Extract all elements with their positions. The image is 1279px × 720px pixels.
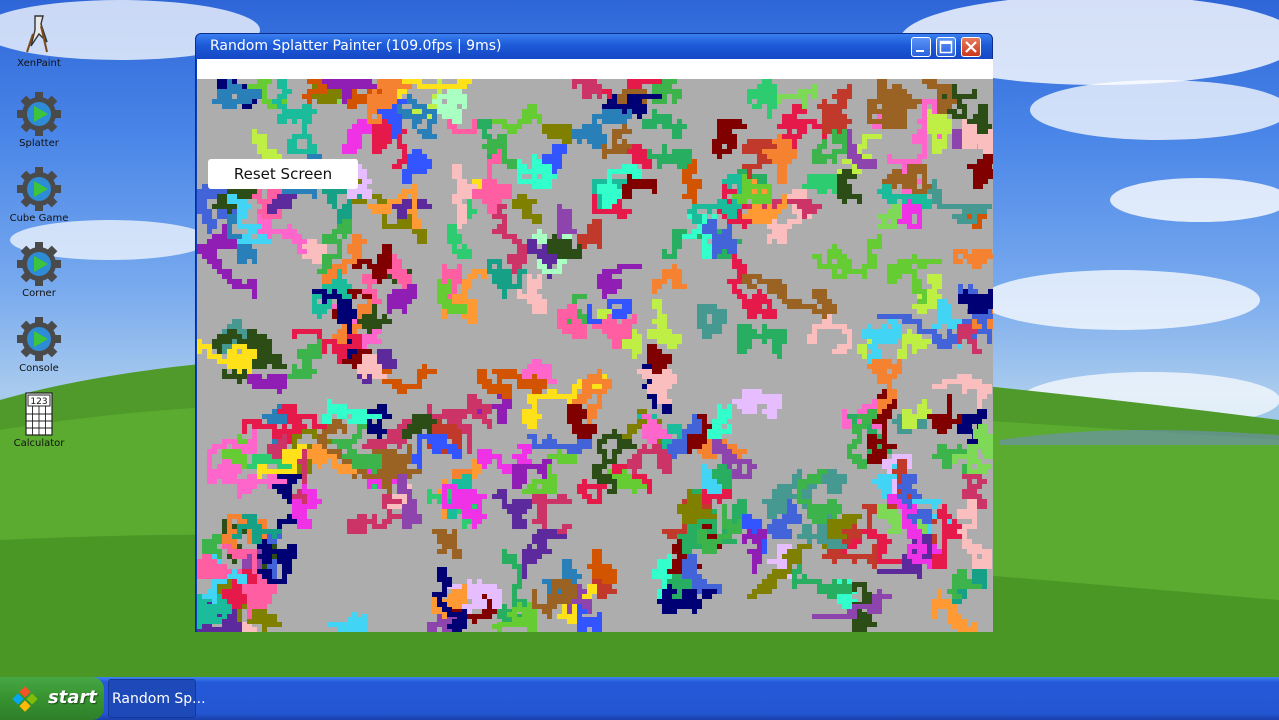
play-gear-icon: [17, 242, 61, 286]
play-gear-icon: [17, 317, 61, 361]
play-gear-icon: [17, 92, 61, 136]
maximize-button[interactable]: [936, 37, 956, 57]
desktop-icon-label: Corner: [22, 288, 56, 299]
calculator-icon: 123: [25, 392, 53, 436]
splatter-canvas-area[interactable]: Reset Screen: [197, 79, 993, 632]
reset-screen-button[interactable]: Reset Screen: [208, 159, 358, 189]
maximize-icon: [939, 40, 953, 54]
close-button[interactable]: [961, 37, 981, 57]
desktop-icon-label: XenPaint: [17, 58, 61, 69]
desktop-icon-splatter[interactable]: Splatter: [6, 92, 72, 149]
desktop-icon-label: Cube Game: [9, 213, 69, 224]
taskbar: start Random Sp...: [0, 677, 1279, 720]
xenpaint-icon: [26, 15, 48, 53]
desktop-icon-console[interactable]: Console: [6, 317, 72, 374]
window-menu-bar: [197, 59, 993, 79]
taskbar-item-random-splatter[interactable]: Random Sp...: [108, 679, 206, 718]
calculator-display-text: 123: [30, 397, 47, 407]
desktop-icon-corner[interactable]: Corner: [6, 242, 72, 299]
minimize-button[interactable]: [911, 37, 931, 57]
desktop-icon-xenpaint[interactable]: XenPaint: [6, 12, 72, 69]
windows-logo-icon: [12, 686, 38, 712]
minimize-icon: [916, 50, 924, 52]
desktop-icon-cube-game[interactable]: Cube Game: [6, 167, 72, 224]
play-gear-icon: [17, 167, 61, 211]
start-label: start: [48, 687, 97, 708]
close-icon: [965, 41, 977, 53]
taskbar-item-label: Random Sp...: [112, 691, 206, 707]
start-button[interactable]: start: [0, 677, 104, 720]
title-bar[interactable]: Random Splatter Painter (109.0fps | 9ms): [196, 34, 992, 59]
desktop-icon-label: Calculator: [13, 438, 65, 449]
window-title: Random Splatter Painter (109.0fps | 9ms): [210, 38, 502, 54]
app-window: Random Splatter Painter (109.0fps | 9ms)…: [195, 33, 993, 632]
desktop-icon-calculator[interactable]: 123 Calculator: [6, 392, 72, 449]
desktop-icon-label: Console: [19, 363, 59, 374]
desktop-icon-label: Splatter: [19, 138, 59, 149]
